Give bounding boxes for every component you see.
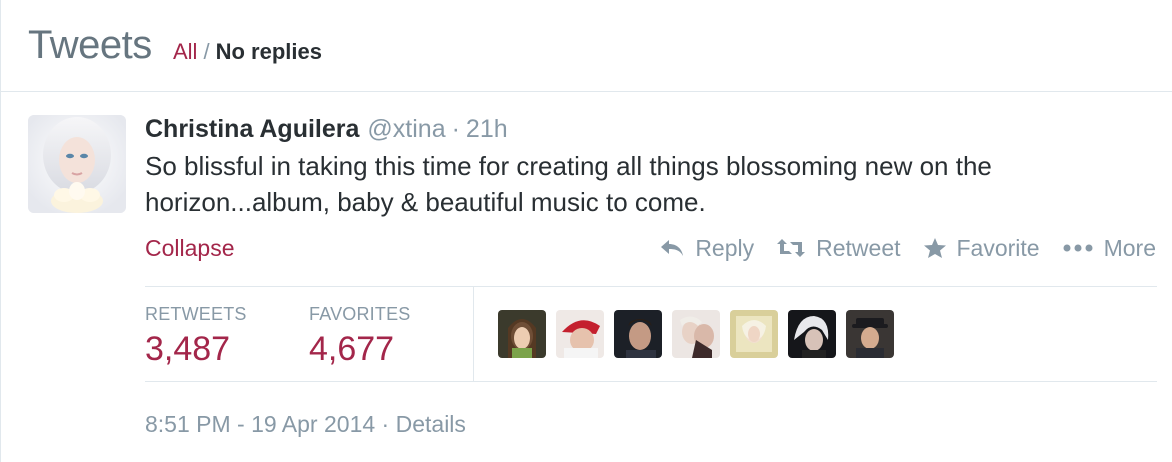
tweet-header: Christina Aguilera @xtina · 21h [145, 112, 508, 146]
favoriter-avatar[interactable] [672, 310, 720, 358]
favorite-button[interactable]: Favorite [923, 235, 1040, 262]
details-link[interactable]: Details [396, 411, 466, 437]
favorites-count: 4,677 [309, 330, 395, 368]
author-fullname[interactable]: Christina Aguilera [145, 115, 359, 143]
tweet-actions: Reply Retweet Favorite More [659, 232, 1156, 264]
favoriter-avatar[interactable] [788, 310, 836, 358]
author-username[interactable]: @xtina [367, 115, 445, 143]
collapse-link[interactable]: Collapse [145, 233, 235, 263]
retweets-label: RETWEETS [145, 304, 247, 324]
favoriter-avatar[interactable] [614, 310, 662, 358]
stats-divider [473, 287, 474, 382]
header-separator: · [451, 115, 460, 143]
more-label: More [1103, 234, 1156, 261]
stream-header: Tweets All / No replies [1, 0, 1172, 92]
ellipsis-icon [1063, 244, 1093, 252]
retweets-stat[interactable]: RETWEETS 3,487 [145, 303, 247, 369]
tweet-footer: 8:51 PM - 19 Apr 2014 · Details [145, 409, 466, 439]
filter-separator: / [203, 39, 210, 64]
tweet-text: So blissful in taking this time for crea… [145, 151, 992, 217]
author-avatar[interactable] [28, 115, 126, 213]
star-icon [923, 238, 946, 258]
page-title: Tweets [28, 23, 152, 67]
retweet-icon [777, 239, 806, 257]
favoriter-avatar[interactable] [498, 310, 546, 358]
favoriter-avatar[interactable] [730, 310, 778, 358]
reply-label: Reply [695, 234, 755, 261]
more-button[interactable]: More [1062, 235, 1156, 262]
favorite-label: Favorite [956, 234, 1040, 261]
favorites-label: FAVORITES [309, 304, 411, 324]
reply-icon [661, 240, 684, 256]
retweet-button[interactable]: Retweet [776, 234, 901, 262]
tweet-filter: All / No replies [173, 38, 322, 66]
reply-button[interactable]: Reply [659, 235, 754, 262]
favoriter-avatars [498, 310, 904, 358]
favorites-stat[interactable]: FAVORITES 4,677 [309, 303, 411, 369]
filter-all-link[interactable]: All [173, 39, 197, 64]
favoriter-avatar[interactable] [846, 310, 894, 358]
tweet-stats: RETWEETS 3,487 FAVORITES 4,677 [145, 286, 1157, 382]
retweet-label: Retweet [816, 234, 901, 261]
favoriter-avatar[interactable] [556, 310, 604, 358]
retweets-count: 3,487 [145, 330, 231, 368]
tweet-stream-panel: Tweets All / No replies Christina Aguile… [0, 0, 1172, 462]
tweet-timestamp: 8:51 PM - 19 Apr 2014 [145, 411, 376, 437]
filter-no-replies[interactable]: No replies [216, 39, 322, 64]
footer-separator: · [381, 411, 390, 437]
tweet-relative-time[interactable]: 21h [466, 115, 508, 143]
